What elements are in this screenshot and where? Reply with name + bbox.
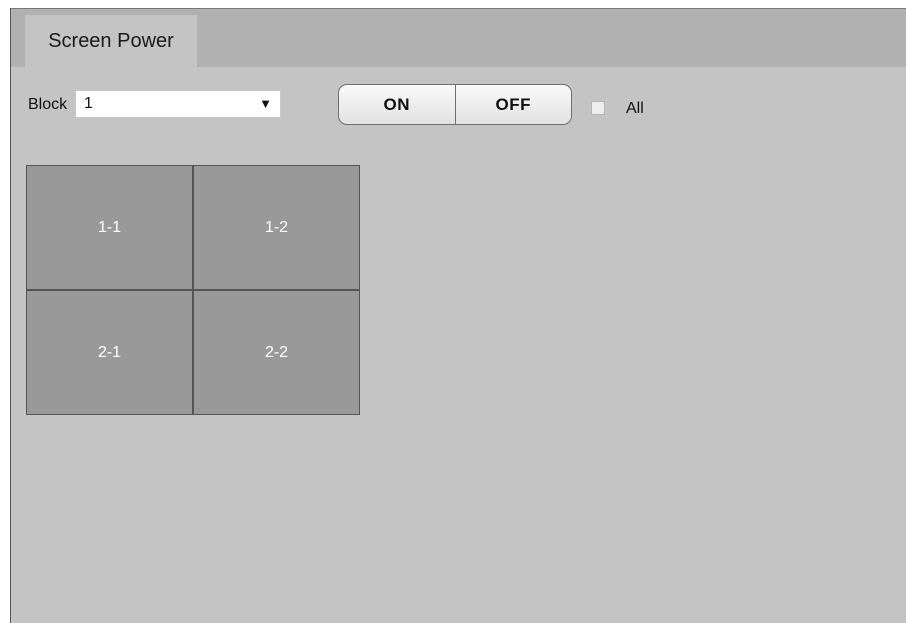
block-select-value: 1 <box>84 95 93 112</box>
dropdown-arrow-icon: ▼ <box>259 96 272 111</box>
screen-cell-2-1[interactable]: 2-1 <box>27 291 192 414</box>
screen-grid: 1-1 1-2 2-1 2-2 <box>26 165 360 415</box>
tab-bar: Screen Power <box>11 9 906 67</box>
tab-screen-power[interactable]: Screen Power <box>25 15 197 67</box>
screen-cell-1-1[interactable]: 1-1 <box>27 166 192 289</box>
all-checkbox[interactable] <box>591 101 605 115</box>
all-checkbox-label: All <box>626 100 644 117</box>
screen-cell-1-2[interactable]: 1-2 <box>194 166 359 289</box>
block-select[interactable]: 1 ▼ <box>75 90 281 118</box>
off-button[interactable]: OFF <box>456 85 572 124</box>
block-label: Block <box>28 96 68 113</box>
screen-cell-2-2[interactable]: 2-2 <box>194 291 359 414</box>
power-button-group: ON OFF <box>338 84 572 125</box>
screen-power-panel: Screen Power Block 1 ▼ ON OFF All 1-1 1-… <box>10 8 906 623</box>
on-button[interactable]: ON <box>339 85 456 124</box>
